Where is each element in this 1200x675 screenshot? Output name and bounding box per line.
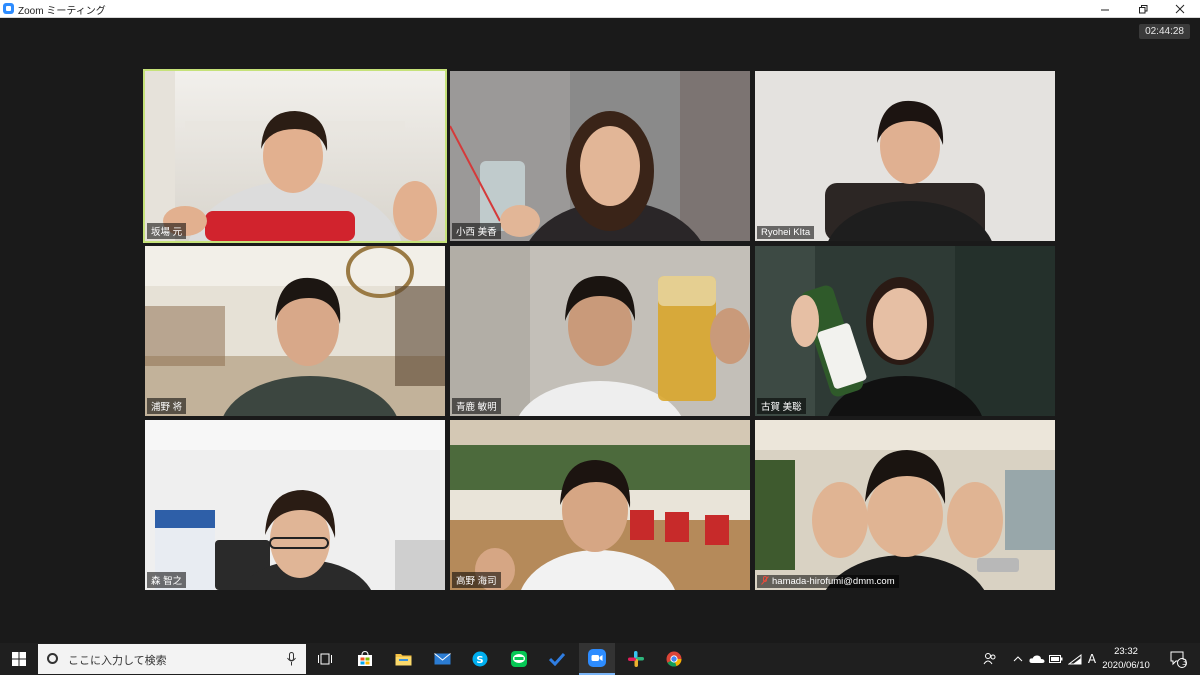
taskbar-mail[interactable] [425,643,459,675]
participant-name: 坂場 元 [147,223,187,239]
participant-name: Ryohei KIta [757,226,815,239]
title-bar: Zoom ミーティング [0,0,1200,18]
battery-icon [1049,655,1063,663]
participant-video [145,420,445,590]
participant-name: hamada-hirofumi@dmm.com [757,575,899,588]
restore-icon [1139,5,1148,14]
zoom-icon [588,649,606,667]
participant-name-text: hamada-hirofumi@dmm.com [772,576,895,587]
close-button[interactable] [1162,0,1198,18]
window-title: Zoom ミーティング [18,6,106,17]
action-center-button[interactable]: 3 [1163,643,1193,675]
skype-icon: S [472,651,488,667]
chrome-icon [666,651,682,667]
participant-video [755,71,1055,241]
battery-button[interactable] [1047,643,1065,675]
meeting-timer: 02:44:28 [1139,24,1190,39]
people-icon [983,653,996,665]
line-icon [511,651,527,667]
participant-video [450,420,750,590]
participant-video [145,246,445,416]
taskbar: ここに入力して検索 S A 23:32 2020/06/10 3 [0,643,1200,675]
onedrive-button[interactable] [1028,643,1046,675]
svg-text:S: S [476,655,483,666]
minimize-button[interactable] [1087,0,1123,18]
participant-video [755,420,1055,590]
taskbar-search[interactable]: ここに入力して検索 [38,644,306,674]
wifi-icon [1068,653,1082,664]
restore-button[interactable] [1125,0,1161,18]
clock-date: 2020/06/10 [1102,660,1150,671]
taskbar-todo[interactable] [540,643,574,675]
participant-tile[interactable]: 青鹿 敏明 [450,246,750,416]
taskbar-zoom[interactable] [579,643,615,675]
show-hidden-icons-button[interactable] [1010,643,1026,675]
todo-icon [549,652,565,666]
participant-tile[interactable]: 古賀 美聡 [755,246,1055,416]
taskbar-store[interactable] [348,643,382,675]
participant-name: 高野 海司 [452,572,501,588]
mail-icon [433,653,451,665]
participant-video [755,246,1055,416]
start-button[interactable] [0,643,38,675]
participant-tile[interactable]: 浦野 将 [145,246,445,416]
participant-tile[interactable]: 森 智之 [145,420,445,590]
participant-name: 古賀 美聡 [757,398,806,414]
microphone-muted-icon [761,576,769,585]
participant-video [145,71,445,241]
participant-tile[interactable]: 坂場 元 [143,69,447,243]
participant-video [450,71,750,241]
participant-tile[interactable]: Ryohei KIta [755,71,1055,241]
participant-name: 小西 美香 [452,223,501,239]
slack-icon [628,651,644,667]
taskbar-line[interactable] [502,643,536,675]
participant-name: 浦野 将 [147,398,187,414]
taskbar-skype[interactable]: S [463,643,497,675]
participant-video [450,246,750,416]
windows-start-icon [12,652,26,666]
participant-name: 青鹿 敏明 [452,398,501,414]
close-icon [1175,4,1185,14]
cortana-icon [47,653,58,664]
minimize-icon [1101,9,1109,11]
zoom-app-icon [3,3,14,14]
meeting-area: 02:44:28 坂場 元 小西 美香 Ryohei KIta 浦野 将 青鹿 … [0,18,1200,643]
chevron-up-icon [1013,656,1023,662]
store-icon [358,651,372,666]
taskbar-clock[interactable]: 23:32 2020/06/10 [1096,645,1156,673]
task-view-icon [318,653,332,665]
people-button[interactable] [980,643,1000,675]
participant-tile[interactable]: hamada-hirofumi@dmm.com [755,420,1055,590]
clock-time: 23:32 [1114,646,1138,657]
microphone-icon[interactable] [287,652,296,666]
participant-tile[interactable]: 高野 海司 [450,420,750,590]
taskbar-file-explorer[interactable] [386,643,420,675]
file-explorer-icon [395,654,411,666]
taskbar-chrome[interactable] [657,643,691,675]
participant-tile[interactable]: 小西 美香 [450,71,750,241]
participant-name: 森 智之 [147,572,187,588]
cloud-icon [1029,655,1045,663]
taskbar-slack[interactable] [619,643,653,675]
task-view-button[interactable] [310,643,340,675]
wifi-button[interactable] [1066,643,1084,675]
search-placeholder: ここに入力して検索 [68,654,167,667]
notification-count: 3 [1182,658,1188,667]
